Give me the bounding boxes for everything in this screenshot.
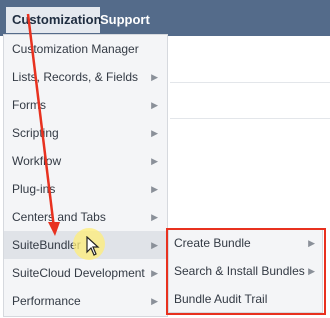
menu-item-label: Lists, Records, & Fields [12,70,139,84]
chevron-right-icon: ▶ [151,184,158,194]
submenu-item-create-bundle[interactable]: Create Bundle ▶ [169,229,324,257]
submenu-item-label: Create Bundle [174,236,251,250]
chevron-right-icon: ▶ [308,238,315,248]
background-divider [170,118,330,119]
chevron-right-icon: ▶ [308,266,315,276]
chevron-right-icon: ▶ [151,240,158,250]
menu-item-label: Plug-ins [12,182,56,196]
submenu-item-label: Bundle Audit Trail [174,292,268,306]
chevron-right-icon: ▶ [151,296,158,306]
tab-support[interactable]: Support [94,7,156,33]
menu-item-label: Workflow [12,154,62,168]
menu-item-plug-ins[interactable]: Plug-ins ▶ [4,175,167,203]
menu-item-label: Forms [12,98,46,112]
chevron-right-icon: ▶ [151,128,158,138]
background-divider [170,82,330,83]
menu-item-lists-records-fields[interactable]: Lists, Records, & Fields ▶ [4,63,167,91]
menu-item-centers-and-tabs[interactable]: Centers and Tabs ▶ [4,203,167,231]
menu-item-label: Customization Manager [12,42,139,56]
menu-item-label: SuiteBundler [12,238,81,252]
menu-item-label: Performance [12,294,81,308]
chevron-right-icon: ▶ [151,156,158,166]
menu-item-workflow[interactable]: Workflow ▶ [4,147,167,175]
submenu-item-bundle-audit-trail[interactable]: Bundle Audit Trail [169,285,324,313]
top-navigation-bar: Customization Support [0,0,330,36]
menu-item-label: Scripting [12,126,59,140]
menu-item-label: SuiteCloud Development [12,266,145,280]
chevron-right-icon: ▶ [151,268,158,278]
mouse-pointer-icon [86,236,100,256]
menu-item-label: Centers and Tabs [12,210,106,224]
chevron-right-icon: ▶ [151,212,158,222]
chevron-right-icon: ▶ [151,100,158,110]
submenu-item-search-install-bundles[interactable]: Search & Install Bundles ▶ [169,257,324,285]
menu-item-forms[interactable]: Forms ▶ [4,91,167,119]
chevron-right-icon: ▶ [151,72,158,82]
menu-item-customization-manager[interactable]: Customization Manager [4,35,167,63]
menu-item-suitecloud-development[interactable]: SuiteCloud Development ▶ [4,259,167,287]
menu-item-scripting[interactable]: Scripting ▶ [4,119,167,147]
suitebundler-submenu: Create Bundle ▶ Search & Install Bundles… [168,228,323,313]
menu-item-performance[interactable]: Performance ▶ [4,287,167,315]
submenu-item-label: Search & Install Bundles [174,264,305,278]
customization-dropdown-menu: Customization Manager Lists, Records, & … [3,34,168,317]
tab-customization[interactable]: Customization [6,7,102,33]
